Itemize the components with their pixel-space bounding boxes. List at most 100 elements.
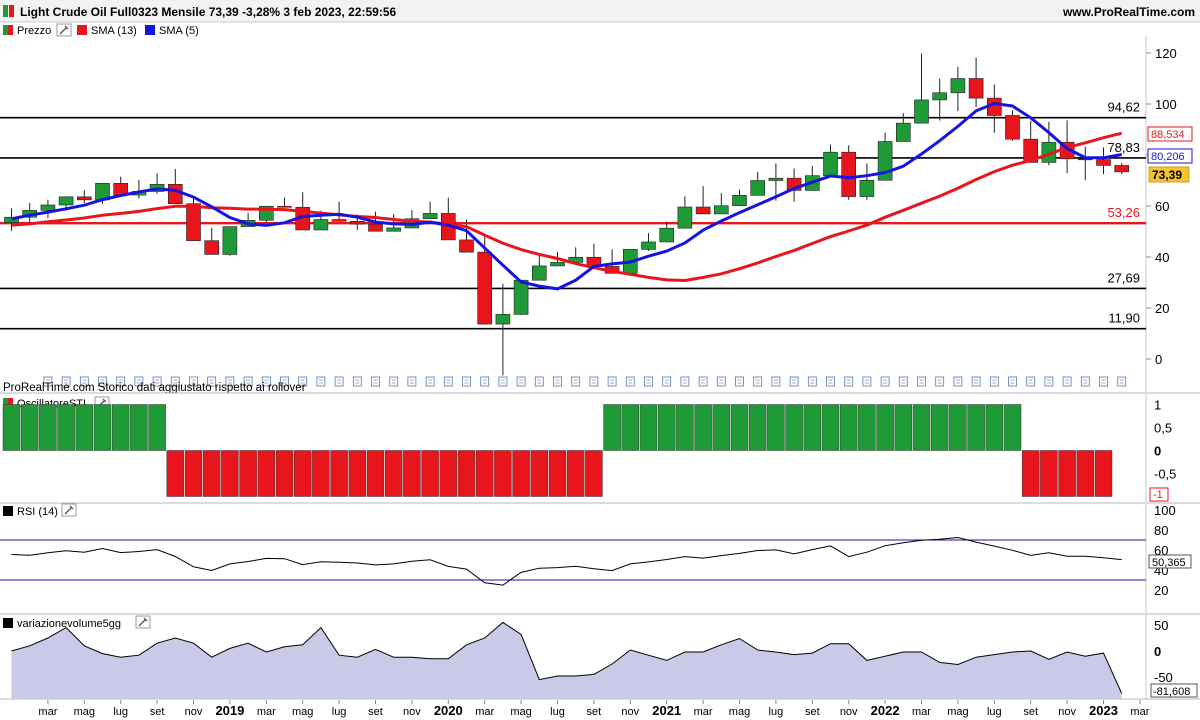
oscillator-panel[interactable]: OscillatoreSTI 10,50-0,5 -1 [2, 394, 1176, 502]
document-icon[interactable] [753, 376, 763, 387]
document-icon[interactable] [625, 376, 635, 387]
price-panel[interactable]: 120100806040200 94,6278,8353,2627,6911,9… [0, 36, 1177, 394]
rsi-panel[interactable]: RSI (14) 10080604020 50,365 [0, 503, 1192, 613]
document-icon[interactable] [553, 376, 562, 387]
document-icon[interactable] [334, 376, 344, 387]
document-icon[interactable] [716, 376, 726, 387]
document-icon[interactable] [789, 376, 799, 387]
candle-body [895, 122, 911, 142]
trading-chart[interactable]: Light Crude Oil Full0323 Mensile 73,39 -… [0, 0, 1200, 720]
oscillator-bar [676, 404, 694, 451]
document-icon[interactable] [698, 376, 708, 387]
volume-legend[interactable]: variazionevolume5gg [3, 615, 151, 630]
document-icon[interactable] [1080, 376, 1090, 387]
candle-body [331, 219, 347, 222]
volume-panel[interactable]: variazionevolume5gg 50 0 -50 -81,608 [3, 615, 1198, 699]
oscillator-bar [512, 450, 530, 497]
time-tick-label: nov [621, 706, 639, 718]
level-label: 53,26 [1107, 205, 1140, 220]
time-tick-label: lug [987, 706, 1002, 718]
candle [131, 179, 147, 199]
oscillator-bar [1003, 404, 1022, 451]
document-icon[interactable] [989, 376, 999, 387]
document-icon[interactable] [607, 376, 617, 387]
rsi-legend[interactable]: RSI (14) [3, 503, 77, 518]
document-icon[interactable] [462, 376, 471, 387]
candle [732, 189, 747, 207]
document-icon[interactable] [443, 376, 453, 387]
document-icon[interactable] [516, 376, 526, 387]
time-axis[interactable]: mar mag lug set nov 2019 mar mag lug set nov 2020 ma… [38, 700, 1150, 718]
document-icon[interactable] [917, 376, 926, 387]
candle [204, 227, 219, 255]
wrench-icon[interactable] [135, 615, 151, 629]
document-icon[interactable] [425, 376, 435, 387]
svg-text:-1: -1 [1153, 489, 1163, 501]
candle-body [750, 180, 766, 196]
oscillator-bar [293, 450, 312, 497]
document-icon[interactable] [1044, 376, 1054, 387]
document-icon[interactable] [1099, 376, 1108, 387]
legend-sma13[interactable]: SMA (13) [77, 25, 137, 37]
candle-body [859, 179, 875, 197]
document-icon[interactable] [862, 376, 872, 387]
candle-body [168, 184, 183, 205]
oscillator-bar [457, 450, 476, 497]
document-icon[interactable] [1026, 376, 1036, 387]
document-icon[interactable] [407, 376, 417, 387]
site-link[interactable]: www.ProRealTime.com [1062, 5, 1195, 19]
document-icon[interactable] [1117, 376, 1127, 387]
document-icon[interactable] [826, 376, 835, 387]
wrench-icon[interactable] [61, 503, 77, 517]
document-icon[interactable] [953, 376, 963, 387]
legend-price[interactable]: Prezzo [3, 23, 72, 37]
document-icon[interactable] [534, 376, 544, 387]
document-icon[interactable] [971, 376, 981, 387]
document-icon[interactable] [644, 376, 653, 387]
oscillator-bar [712, 404, 731, 451]
document-icon[interactable] [1062, 376, 1072, 387]
document-icon[interactable] [662, 376, 672, 387]
svg-text:-81,608: -81,608 [1153, 686, 1190, 698]
document-icon[interactable] [735, 376, 744, 387]
oscillator-bar [621, 404, 640, 451]
candle-body [222, 226, 238, 255]
document-icon[interactable] [1008, 376, 1017, 387]
oscillator-tick-label: -0,5 [1154, 467, 1176, 482]
document-icon[interactable] [498, 376, 508, 387]
document-icon[interactable] [880, 376, 890, 387]
document-icon[interactable] [571, 376, 581, 387]
wrench-icon[interactable] [56, 23, 72, 37]
oscillator-bar [403, 450, 421, 497]
document-icon[interactable] [480, 376, 490, 387]
document-icon[interactable] [316, 376, 326, 387]
document-icon[interactable] [935, 376, 945, 387]
candle [713, 193, 729, 215]
oscillator-bar [930, 404, 949, 451]
candle [986, 84, 1002, 133]
document-icon[interactable] [898, 376, 908, 387]
document-icon[interactable] [680, 376, 690, 387]
oscillator-bar [985, 404, 1004, 451]
oscillator-bar [603, 404, 621, 451]
candle [513, 279, 529, 315]
document-icon[interactable] [771, 376, 781, 387]
oscillator-bar [748, 404, 767, 451]
candle [750, 171, 766, 196]
document-icon[interactable] [371, 376, 380, 387]
level-label: 94,62 [1107, 100, 1140, 115]
document-icon[interactable] [807, 376, 817, 387]
oscillator-bar [148, 404, 166, 451]
volume-tick-label: -50 [1154, 670, 1173, 685]
sma13-line [11, 131, 1123, 283]
document-icon[interactable] [844, 376, 854, 387]
oscillator-bar [657, 404, 676, 451]
candle [1114, 162, 1129, 175]
document-icon[interactable] [589, 376, 599, 387]
legend-sma5[interactable]: SMA (5) [145, 25, 199, 37]
candle [186, 198, 201, 241]
document-icon[interactable] [352, 376, 362, 387]
time-tick-label: mar [257, 706, 276, 718]
candle [277, 197, 292, 208]
document-icon[interactable] [389, 376, 399, 387]
